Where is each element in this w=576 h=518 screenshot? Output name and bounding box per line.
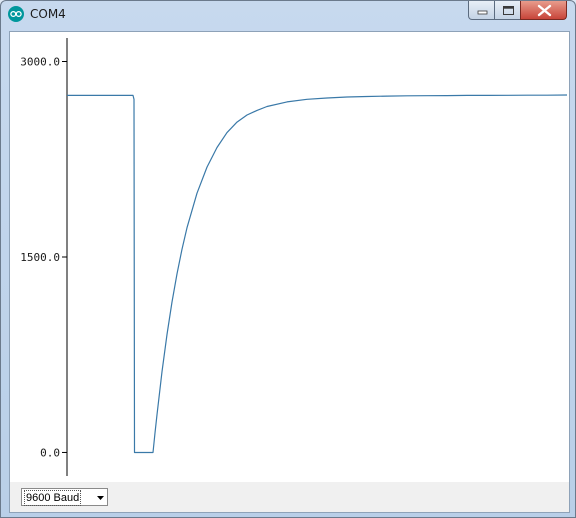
title-bar[interactable]: COM4 [1,1,575,27]
y-tick-label: 0.0 [40,446,60,459]
serial-plotter-window: COM4 3000.0 1500.0 0.0 9600 Baud [0,0,576,518]
plotter-controls: 9600 Baud [10,482,569,512]
baud-rate-select[interactable]: 9600 Baud [21,488,108,506]
y-tick-label: 3000.0 [20,56,60,69]
y-tick-label: 1500.0 [20,251,60,264]
minimize-icon [477,10,488,15]
series-line [67,94,568,454]
minimize-button[interactable] [468,1,495,20]
window-title: COM4 [30,7,66,21]
plotter-area: 3000.0 1500.0 0.0 9600 Baud [9,31,570,513]
close-icon [537,4,552,17]
maximize-button[interactable] [494,1,521,20]
dropdown-arrow-icon[interactable] [94,489,107,505]
maximize-icon [503,6,514,15]
close-button[interactable] [520,1,567,20]
serial-plot: 3000.0 1500.0 0.0 [20,38,568,476]
arduino-logo-icon [8,6,24,22]
baud-rate-value: 9600 Baud [24,490,82,506]
